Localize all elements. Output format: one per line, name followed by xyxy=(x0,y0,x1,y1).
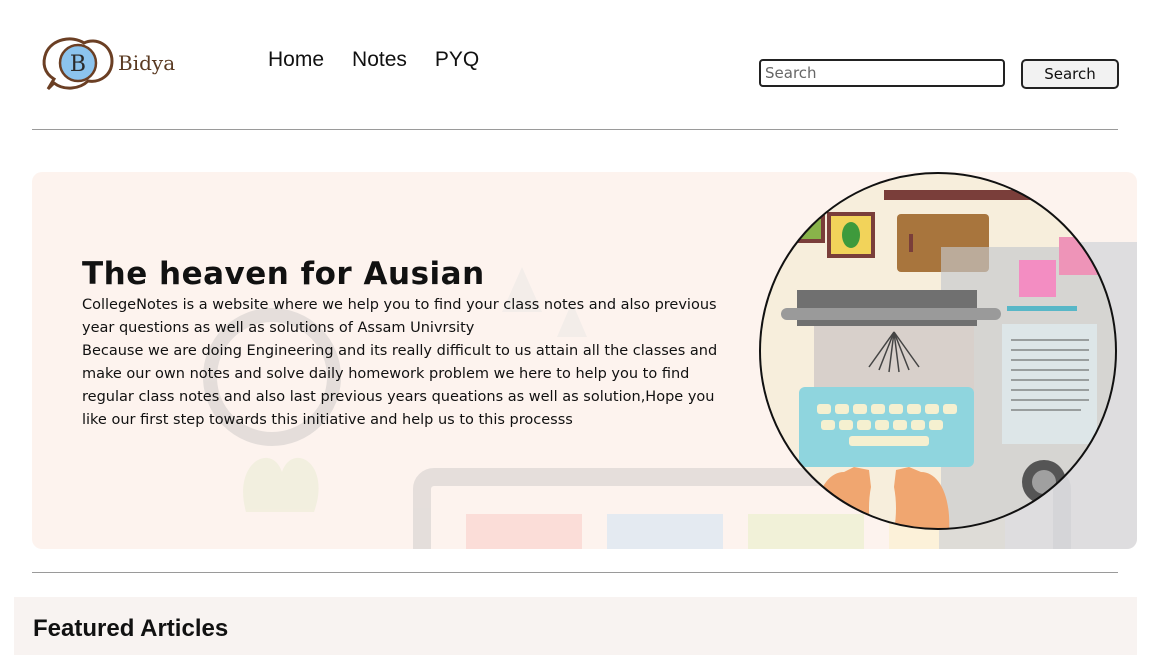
nav-home-link[interactable]: Home xyxy=(268,48,324,72)
typewriter-illustration xyxy=(759,172,1137,549)
hero-banner: The heaven for Ausian CollegeNotes is a … xyxy=(32,172,1137,549)
featured-articles-section: Featured Articles xyxy=(14,597,1137,655)
hero-title: The heaven for Ausian xyxy=(82,256,485,292)
featured-articles-title: Featured Articles xyxy=(33,615,229,642)
brand-name: Bidya xyxy=(118,51,176,75)
hero-description: CollegeNotes is a website where we help … xyxy=(82,294,722,432)
logo-icon: B xyxy=(42,37,114,91)
main-nav: Home Notes PYQ xyxy=(268,48,479,72)
hero-paragraph: CollegeNotes is a website where we help … xyxy=(82,297,717,336)
header-divider xyxy=(32,129,1118,130)
search-input[interactable] xyxy=(759,59,1005,87)
hero-divider xyxy=(32,572,1118,573)
search-button[interactable]: Search xyxy=(1021,59,1119,89)
hero-paragraph: Because we are doing Engineering and its… xyxy=(82,343,718,428)
logo-letter: B xyxy=(70,52,86,77)
nav-pyq-link[interactable]: PYQ xyxy=(435,48,479,72)
site-header: B Bidya Home Notes PYQ Search xyxy=(0,0,1166,130)
nav-notes-link[interactable]: Notes xyxy=(352,48,407,72)
brand-logo[interactable]: B Bidya xyxy=(40,35,180,95)
